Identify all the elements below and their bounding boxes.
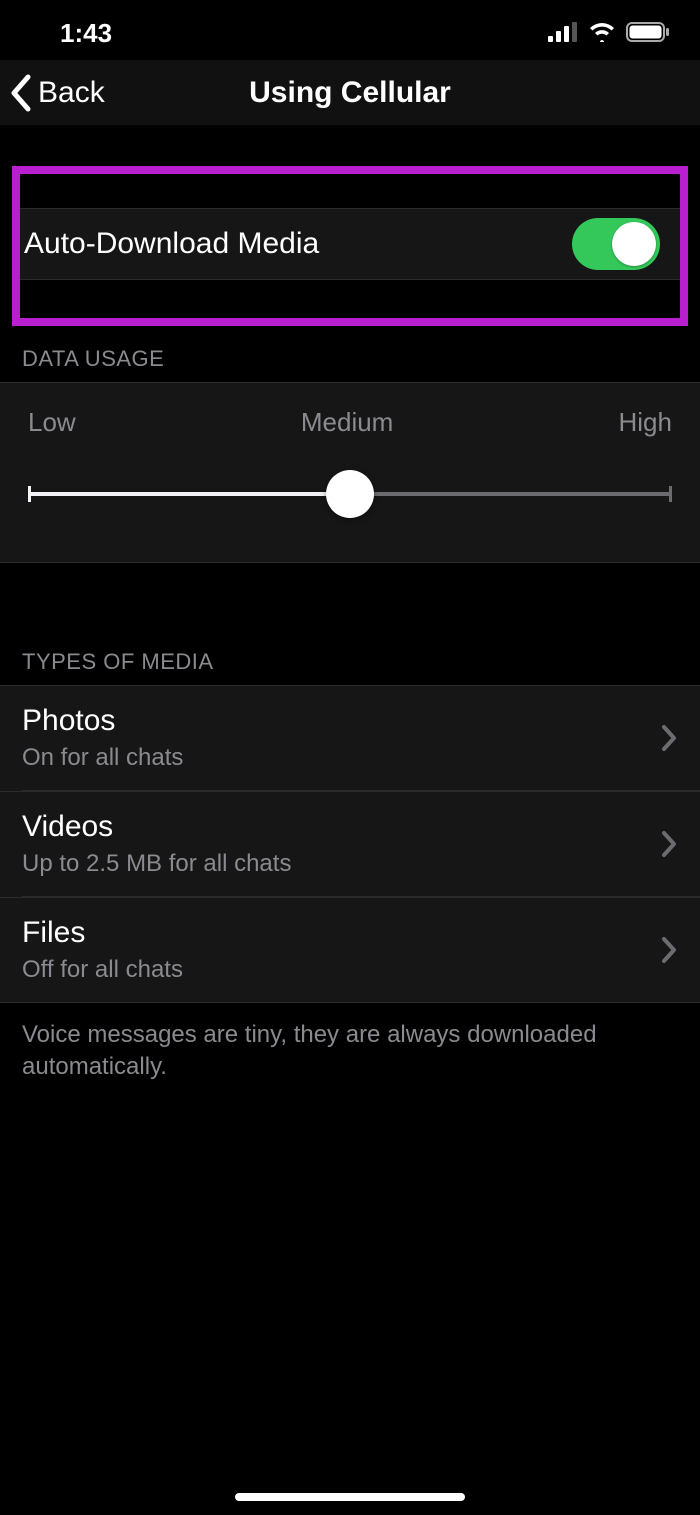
row-title: Files [22, 916, 183, 950]
back-button[interactable]: Back [8, 73, 105, 113]
auto-download-row[interactable]: Auto-Download Media [20, 208, 680, 280]
chevron-right-icon [660, 829, 678, 859]
highlight-spacer-top [20, 174, 680, 208]
nav-bar: Back Using Cellular [0, 60, 700, 126]
highlight-box: Auto-Download Media [12, 166, 688, 326]
row-subtitle: On for all chats [22, 744, 183, 772]
photos-row[interactable]: Photos On for all chats [0, 685, 700, 790]
data-usage-header: DATA USAGE [0, 326, 700, 382]
spacer [0, 563, 700, 629]
slider-label-high: High [619, 407, 672, 438]
status-indicators [548, 18, 676, 47]
videos-row[interactable]: Videos Up to 2.5 MB for all chats [0, 791, 700, 896]
chevron-right-icon [660, 723, 678, 753]
cellular-signal-icon [548, 22, 578, 47]
chevron-left-icon [8, 73, 36, 113]
footer-note: Voice messages are tiny, they are always… [0, 1003, 700, 1100]
slider-fill [28, 492, 350, 496]
slider-tick-right [669, 486, 672, 502]
chevron-right-icon [660, 935, 678, 965]
row-text: Files Off for all chats [22, 916, 183, 984]
page-title: Using Cellular [0, 76, 700, 110]
data-usage-panel: Low Medium High [0, 382, 700, 563]
row-title: Videos [22, 810, 291, 844]
data-usage-slider[interactable] [28, 470, 672, 518]
toggle-knob [612, 222, 656, 266]
battery-icon [626, 22, 670, 47]
row-text: Photos On for all chats [22, 704, 183, 772]
row-text: Videos Up to 2.5 MB for all chats [22, 810, 291, 878]
slider-thumb[interactable] [326, 470, 374, 518]
auto-download-label: Auto-Download Media [24, 227, 319, 261]
types-header: TYPES OF MEDIA [0, 629, 700, 685]
row-subtitle: Off for all chats [22, 956, 183, 984]
back-label: Back [38, 76, 105, 110]
status-time: 1:43 [60, 18, 112, 49]
media-list: Photos On for all chats Videos Up to 2.5… [0, 685, 700, 1003]
slider-labels: Low Medium High [28, 407, 672, 438]
highlight-spacer-bottom [20, 280, 680, 318]
status-bar: 1:43 [0, 0, 700, 60]
slider-label-medium: Medium [301, 407, 393, 438]
wifi-icon [588, 22, 616, 47]
row-title: Photos [22, 704, 183, 738]
auto-download-toggle[interactable] [572, 218, 660, 270]
slider-label-low: Low [28, 407, 76, 438]
row-subtitle: Up to 2.5 MB for all chats [22, 850, 291, 878]
files-row[interactable]: Files Off for all chats [0, 897, 700, 1003]
home-indicator[interactable] [235, 1493, 465, 1501]
